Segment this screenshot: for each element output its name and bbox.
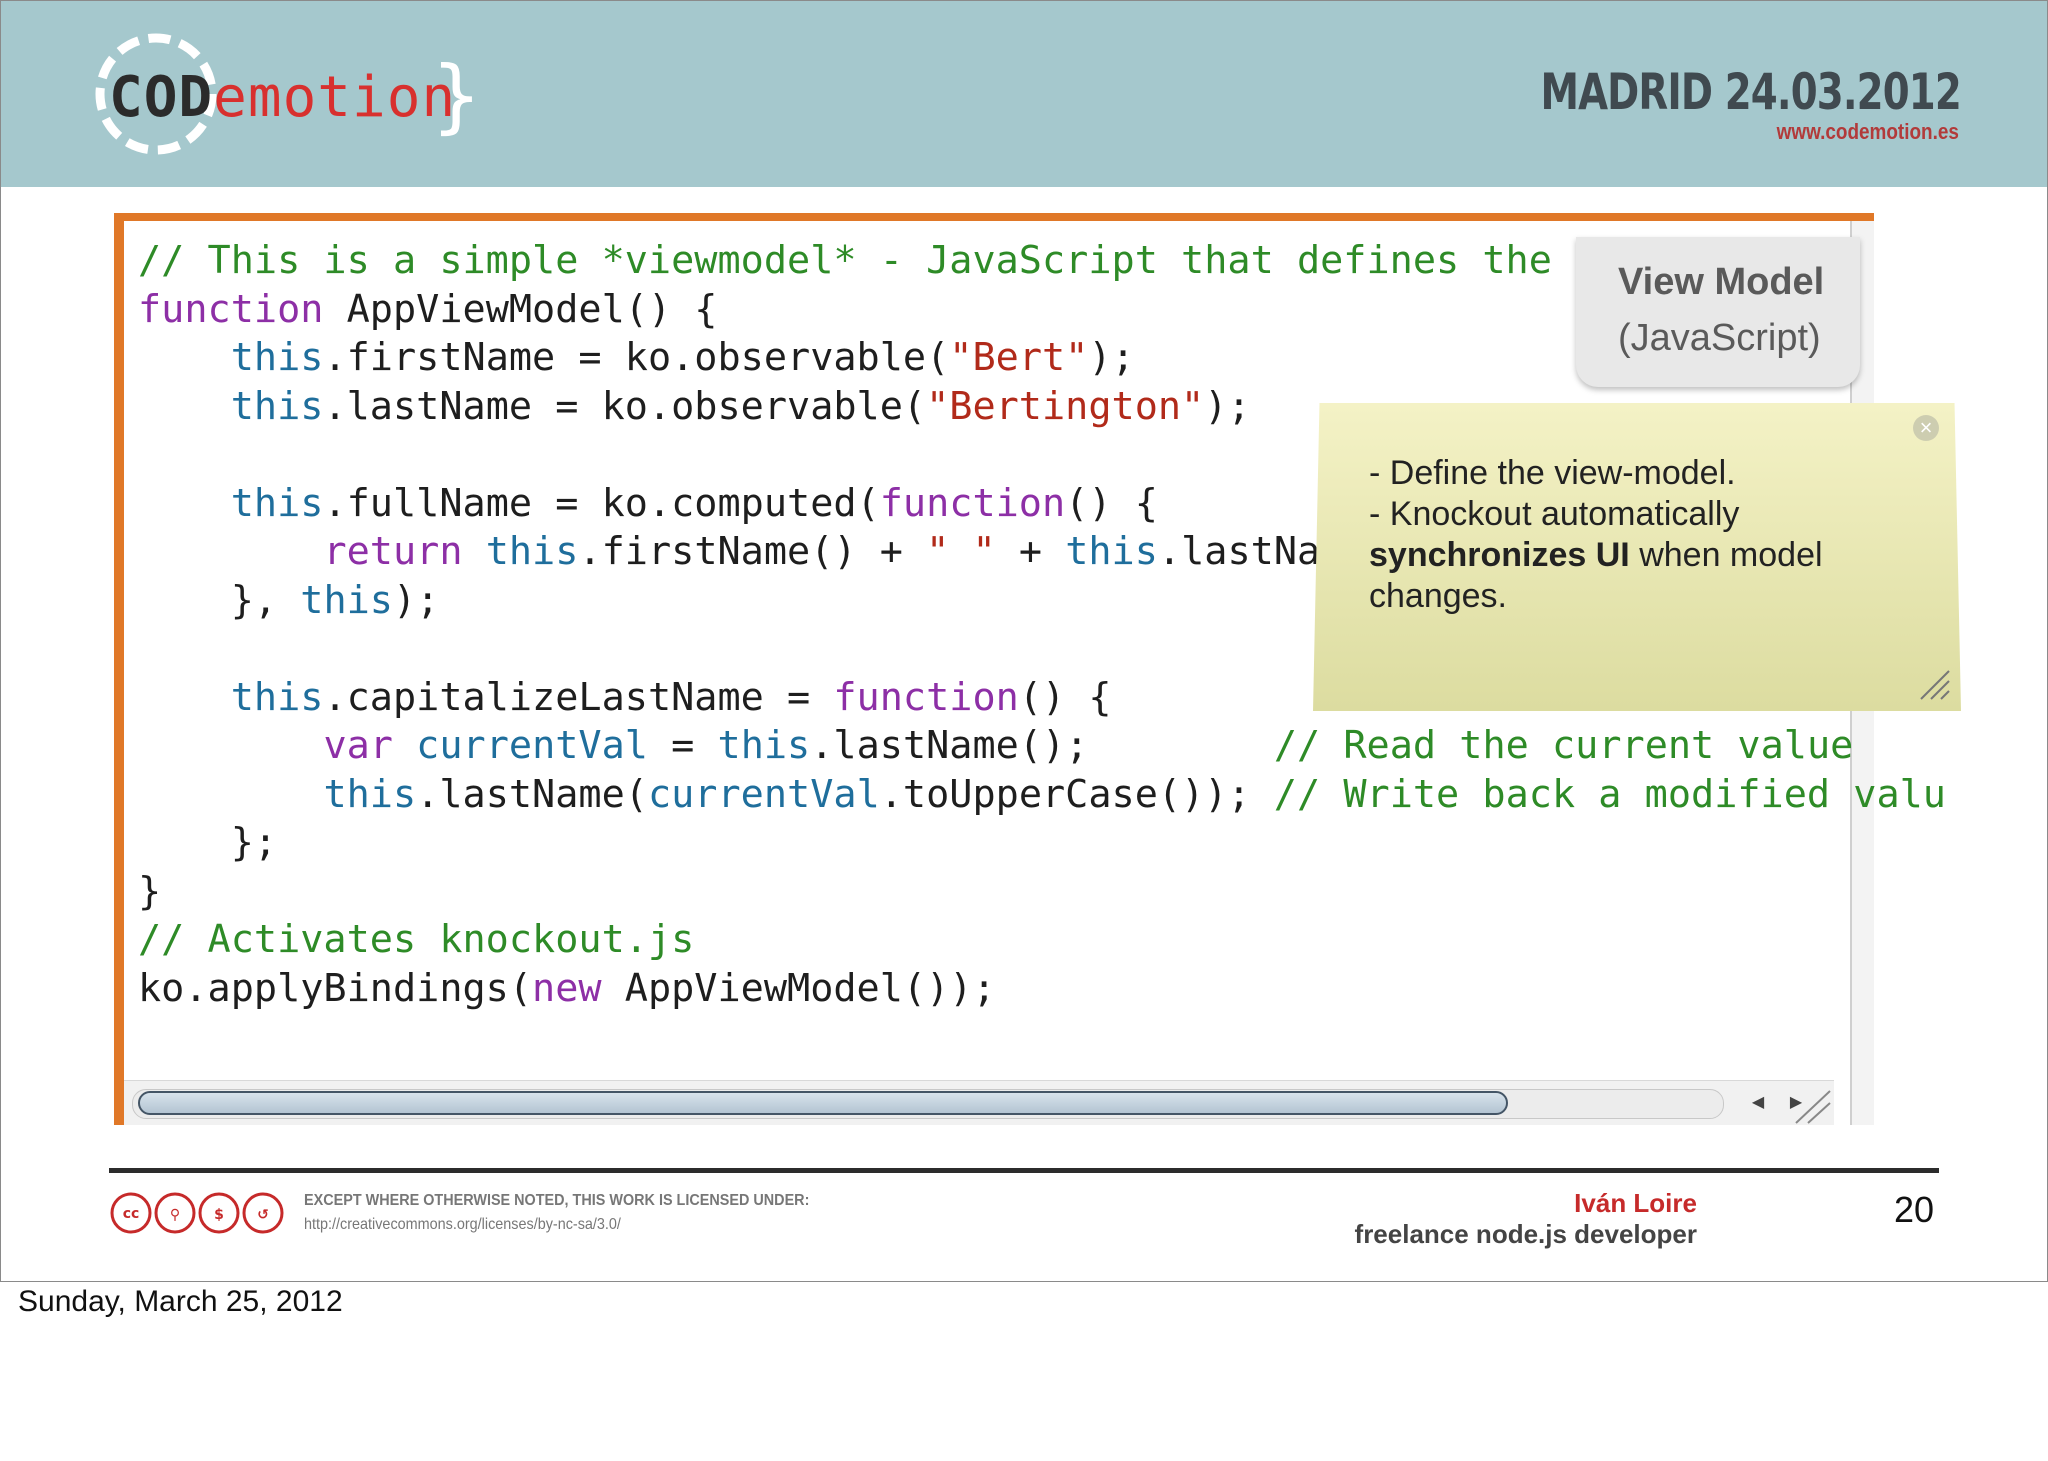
- svg-text:$: $: [214, 1207, 224, 1223]
- code-token: "Bert": [949, 335, 1089, 380]
- code-token: currentVal: [416, 723, 648, 768]
- svg-text:cc: cc: [123, 1206, 140, 1222]
- code-token: }: [138, 868, 162, 914]
- resize-grip-icon[interactable]: [1786, 1081, 1834, 1125]
- code-token: // Write back a modified valu: [1273, 771, 1946, 817]
- code-token: );: [1088, 335, 1135, 380]
- code-token: .lastName();: [810, 723, 1274, 768]
- code-token: // Read the current value: [1273, 723, 1854, 768]
- code-token: // This is a simple *viewmodel* - JavaSc…: [138, 238, 1645, 283]
- note-line-3: synchronizes UI when model changes.: [1369, 535, 1929, 617]
- code-token: .firstName() +: [578, 529, 927, 574]
- code-token: };: [138, 820, 278, 865]
- code-token: function: [138, 286, 324, 332]
- code-token: this: [230, 480, 324, 526]
- code-token: this: [300, 577, 393, 623]
- code-token: .lastName = ko.observable(: [323, 383, 927, 429]
- code-token: () {: [1018, 674, 1112, 720]
- horizontal-scrollbar[interactable]: ◀ ▶: [124, 1080, 1834, 1125]
- print-date: Sunday, March 25, 2012: [18, 1285, 343, 1318]
- code-token: this: [230, 335, 324, 380]
- view-model-tab[interactable]: View Model (JavaScript): [1576, 237, 1860, 387]
- footer-divider: [109, 1168, 1939, 1173]
- note-line-2: - Knockout automatically: [1369, 495, 1740, 533]
- code-token: );: [1204, 383, 1251, 429]
- license-url[interactable]: http://creativecommons.org/licenses/by-n…: [304, 1213, 809, 1237]
- code-token: ko.applyBindings(: [138, 965, 533, 1011]
- logo-brace-icon: }: [431, 49, 482, 142]
- code-line: ko.applyBindings(new AppViewModel());: [138, 965, 1946, 1014]
- code-token: .toUpperCase());: [879, 771, 1274, 817]
- code-line: // Activates knockout.js: [138, 916, 1946, 965]
- code-token: return: [323, 529, 463, 574]
- code-token: currentVal: [647, 771, 880, 817]
- slide: CODemotion } MADRID 24.03.2012 www.codem…: [0, 0, 2048, 1282]
- code-token: this: [230, 383, 324, 429]
- code-token: this: [717, 723, 811, 768]
- svg-text:⚲: ⚲: [170, 1207, 180, 1223]
- note-bold-text: synchronizes UI: [1369, 536, 1630, 574]
- svg-text:↺: ↺: [257, 1207, 269, 1223]
- code-token: function: [833, 674, 1019, 720]
- code-token: .lastName(: [416, 771, 648, 817]
- creative-commons-icons: cc ⚲ $ ↺: [110, 1192, 284, 1234]
- code-token: );: [392, 577, 440, 623]
- code-token: this: [323, 771, 417, 817]
- author-block: Iván Loire freelance node.js developer: [1355, 1188, 1697, 1250]
- code-line: }: [138, 868, 1946, 917]
- codemotion-logo: CODemotion }: [91, 29, 482, 159]
- code-token: new: [532, 965, 602, 1011]
- author-name: Iván Loire: [1574, 1188, 1697, 1218]
- code-token: function: [879, 480, 1066, 526]
- code-token: this: [1065, 529, 1158, 574]
- view-model-tab-subtitle: (JavaScript): [1618, 317, 1821, 359]
- code-token: () {: [1065, 480, 1158, 526]
- slide-header: CODemotion } MADRID 24.03.2012 www.codem…: [1, 1, 2047, 187]
- license-text: EXCEPT WHERE OTHERWISE NOTED, THIS WORK …: [304, 1189, 809, 1237]
- code-token: this: [230, 674, 324, 720]
- event-date: MADRID 24.03.2012: [1540, 63, 1962, 121]
- code-line: this.lastName(currentVal.toUpperCase());…: [138, 771, 1946, 820]
- code-token: " ": [926, 529, 996, 574]
- sticky-note[interactable]: × - Define the view-model. - Knockout au…: [1313, 403, 1961, 711]
- code-token: .firstName = ko.observable(: [323, 335, 950, 380]
- view-model-tab-title: View Model: [1618, 261, 1825, 303]
- close-icon[interactable]: ×: [1913, 415, 1939, 441]
- code-token: +: [995, 529, 1066, 574]
- note-resize-icon[interactable]: [1917, 667, 1951, 701]
- code-token: .fullName = ko.computed(: [323, 480, 880, 526]
- code-line: };: [138, 819, 1946, 868]
- code-token: // Activates knockout.js: [138, 917, 695, 962]
- code-line: var currentVal = this.lastName(); // Rea…: [138, 722, 1946, 771]
- code-token: this: [485, 529, 579, 574]
- code-token: var: [323, 723, 393, 768]
- code-token: .capitalizeLastName =: [323, 674, 834, 720]
- code-token: AppViewModel() {: [323, 286, 718, 332]
- license-label: EXCEPT WHERE OTHERWISE NOTED, THIS WORK …: [304, 1192, 810, 1209]
- event-url: www.codemotion.es: [1776, 119, 1959, 144]
- page-number: 20: [1894, 1189, 1935, 1230]
- scroll-thumb[interactable]: [138, 1091, 1508, 1115]
- note-line-1: - Define the view-model.: [1369, 454, 1736, 492]
- scroll-left-arrow-icon[interactable]: ◀: [1744, 1089, 1772, 1117]
- code-token: },: [138, 577, 301, 623]
- note-text: - Define the view-model. - Knockout auto…: [1369, 453, 1929, 617]
- author-role: freelance node.js developer: [1354, 1219, 1697, 1249]
- code-token: AppViewModel());: [601, 965, 996, 1011]
- logo-wordmark: CODemotion: [109, 65, 457, 130]
- code-token: "Bertington": [926, 383, 1205, 429]
- code-token: =: [647, 723, 718, 768]
